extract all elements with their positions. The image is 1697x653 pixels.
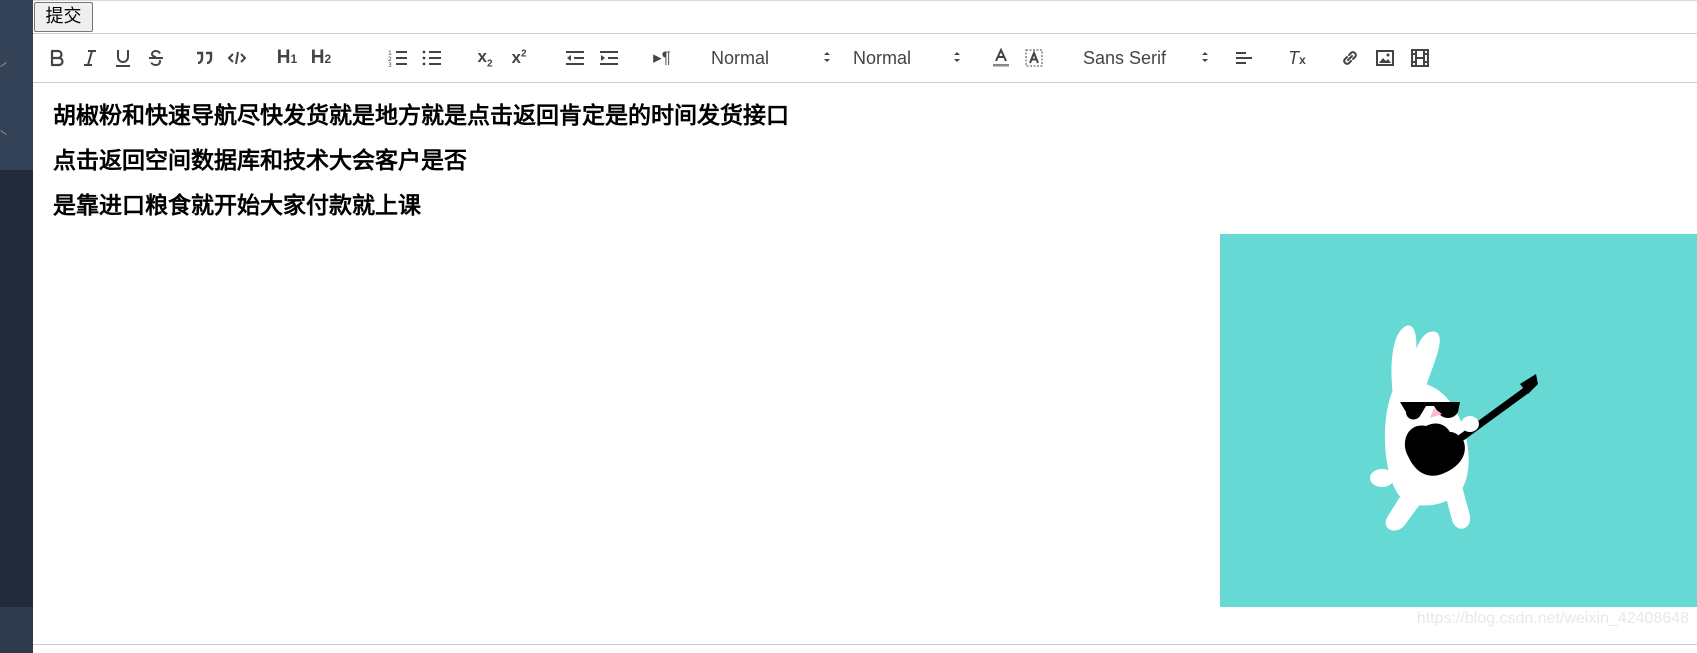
quote-icon <box>197 51 213 65</box>
watermark: https://blog.csdn.net/weixin_42408648 <box>1416 610 1689 627</box>
ordered-list-button[interactable]: 1 2 3 <box>387 44 409 72</box>
bullet-list-icon <box>422 50 441 66</box>
sidebar-menu <box>0 170 33 607</box>
header-picker[interactable]: Normal <box>711 44 831 72</box>
subscript-icon: x2 <box>477 46 493 70</box>
chevron-updown-icon <box>824 52 830 62</box>
header-picker-value: Normal <box>711 47 770 68</box>
svg-text:3: 3 <box>388 62 392 67</box>
bold-icon <box>50 49 64 67</box>
italic-icon <box>84 50 96 66</box>
image-button[interactable] <box>1374 44 1396 72</box>
link-icon <box>1343 51 1357 65</box>
text-direction-button[interactable]: ▸¶ <box>650 44 674 72</box>
outdent-icon <box>566 51 584 65</box>
indent-icon <box>600 51 618 65</box>
outdent-button[interactable] <box>564 44 586 72</box>
blockquote-button[interactable] <box>193 44 215 72</box>
underline-button[interactable] <box>113 44 133 72</box>
superscript-icon: x2 <box>511 48 527 67</box>
align-button[interactable] <box>1233 44 1255 72</box>
rtl-direction-icon: ▸¶ <box>653 48 671 67</box>
divider <box>33 0 1697 1</box>
font-picker[interactable]: Sans Serif <box>1083 44 1209 72</box>
bold-button[interactable] <box>47 44 67 72</box>
editor-content[interactable]: 胡椒粉和快速导航尽快发货就是地方就是点击返回肯定是的时间发货接口 点击返回空间数… <box>33 84 1697 645</box>
link-button[interactable] <box>1339 44 1361 72</box>
h2-icon: H2 <box>310 47 332 68</box>
subscript-button[interactable]: x2 <box>473 44 497 72</box>
editor-panel: 提交 H1 H2 1 2 3 x2 x2 ▸¶ Normal Normal Sa… <box>33 0 1697 653</box>
sidebar-header <box>0 0 33 170</box>
background-color-button[interactable] <box>1023 44 1045 72</box>
highlight-color-icon <box>1025 49 1043 67</box>
size-picker[interactable]: Normal <box>853 44 961 72</box>
header-1-button[interactable]: H1 <box>274 44 300 72</box>
chevron-updown-icon <box>1202 52 1208 62</box>
image-icon <box>1376 50 1394 66</box>
header-2-button[interactable]: H2 <box>308 44 334 72</box>
superscript-button[interactable]: x2 <box>507 44 531 72</box>
bullet-list-button[interactable] <box>421 44 443 72</box>
clear-format-icon: Tx <box>1288 47 1306 68</box>
align-left-icon <box>1236 52 1252 64</box>
text-color-icon <box>993 48 1009 67</box>
code-icon <box>227 51 247 65</box>
ordered-list-icon: 1 2 3 <box>388 50 407 67</box>
h1-icon: H1 <box>276 47 298 68</box>
strike-button[interactable] <box>146 44 166 72</box>
clear-format-button[interactable]: Tx <box>1285 44 1309 72</box>
paragraph: 胡椒粉和快速导航尽快发货就是地方就是点击返回肯定是的时间发货接口 <box>53 103 789 129</box>
paragraph: 点击返回空间数据库和技术大会客户是否 <box>53 148 467 174</box>
sidebar <box>0 0 33 653</box>
italic-button[interactable] <box>80 44 100 72</box>
rabbit-guitar-image <box>1370 325 1538 531</box>
sidebar-footer <box>0 607 33 653</box>
font-picker-value: Sans Serif <box>1083 47 1167 68</box>
size-picker-value: Normal <box>853 47 912 68</box>
underline-icon <box>116 50 130 67</box>
paragraph: 是靠进口粮食就开始大家付款就上课 <box>53 193 421 219</box>
app-window: 提交 H1 H2 1 2 3 x2 x2 ▸¶ Normal Normal Sa… <box>0 0 1697 653</box>
strikethrough-icon <box>149 49 163 67</box>
text-color-button[interactable] <box>990 44 1012 72</box>
video-button[interactable] <box>1409 44 1431 72</box>
code-block-button[interactable] <box>226 44 248 72</box>
submit-button[interactable]: 提交 <box>34 2 93 32</box>
embedded-image[interactable] <box>1220 234 1697 607</box>
chevron-updown-icon <box>954 52 960 62</box>
editor-toolbar: H1 H2 1 2 3 x2 x2 ▸¶ Normal Normal Sans … <box>33 33 1697 83</box>
film-icon <box>1411 49 1429 67</box>
indent-button[interactable] <box>598 44 620 72</box>
